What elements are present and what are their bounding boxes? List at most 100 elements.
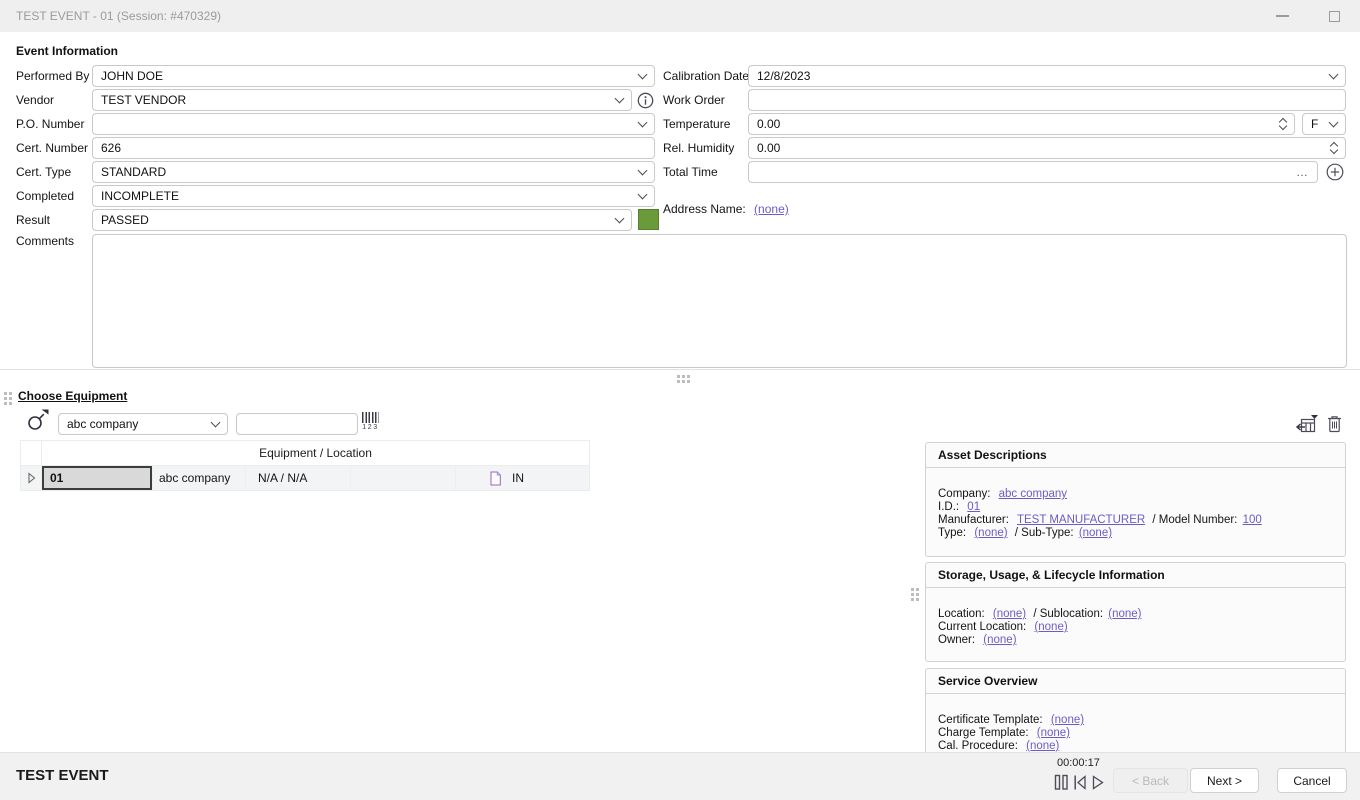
certificate-template-label: Certificate Template:	[938, 714, 1043, 726]
skip-to-start-icon	[1073, 774, 1087, 791]
chevron-down-icon	[638, 189, 648, 199]
sublocation-link[interactable]: (none)	[1108, 608, 1141, 620]
next-button[interactable]: Next >	[1190, 768, 1259, 793]
chevron-down-icon	[615, 93, 625, 103]
completed-combobox[interactable]: INCOMPLETE	[92, 185, 655, 207]
po-number-combobox[interactable]	[92, 113, 655, 135]
splitter-grip-vertical-icon[interactable]	[911, 588, 914, 591]
wizard-title: TEST EVENT	[16, 753, 109, 799]
equipment-table-row[interactable]: 01 abc company N/A / N/A IN	[21, 466, 589, 491]
equipment-company-cell[interactable]: abc company	[153, 466, 246, 490]
result-combobox[interactable]: PASSED	[92, 209, 632, 231]
minimize-button[interactable]	[1268, 0, 1296, 32]
po-number-label: P.O. Number	[16, 113, 84, 135]
delete-equipment-button[interactable]	[1326, 414, 1343, 434]
storage-usage-lifecycle-panel: Storage, Usage, & Lifecycle Information …	[925, 562, 1346, 662]
work-order-label: Work Order	[663, 89, 725, 111]
equipment-search-button[interactable]	[26, 408, 49, 433]
asset-descriptions-panel: Asset Descriptions Company: abc company …	[925, 442, 1346, 557]
subtype-link[interactable]: (none)	[1079, 527, 1112, 539]
sublocation-label: / Sublocation:	[1033, 608, 1103, 620]
equipment-search-input[interactable]	[236, 413, 358, 435]
skip-to-start-button[interactable]	[1073, 774, 1087, 791]
type-link[interactable]: (none)	[974, 527, 1007, 539]
wizard-footer: TEST EVENT 00:00:17 < Back Next > Cancel	[0, 752, 1360, 800]
back-button[interactable]: < Back	[1113, 768, 1188, 793]
window-title: TEST EVENT - 01 (Session: #470329)	[16, 0, 221, 32]
equipment-table: Equipment / Location 01 abc company N/A …	[20, 440, 590, 491]
plus-circle-icon	[1326, 163, 1344, 181]
temperature-unit-combobox[interactable]: F	[1302, 113, 1346, 135]
equipment-location-cell[interactable]: N/A / N/A	[246, 466, 351, 490]
cert-type-combobox[interactable]: STANDARD	[92, 161, 655, 183]
cert-number-input[interactable]: 626	[92, 137, 655, 159]
cancel-button[interactable]: Cancel	[1277, 768, 1347, 793]
titlebar: TEST EVENT - 01 (Session: #470329)	[0, 0, 1360, 32]
work-order-input[interactable]	[748, 89, 1346, 111]
maximize-icon	[1329, 11, 1340, 22]
play-button[interactable]	[1091, 774, 1105, 791]
comments-label: Comments	[16, 234, 74, 248]
add-time-button[interactable]	[1326, 163, 1344, 181]
pause-button[interactable]	[1054, 774, 1069, 791]
performed-by-label: Performed By	[16, 65, 89, 87]
calibration-date-picker[interactable]: 12/8/2023	[748, 65, 1346, 87]
vendor-info-button[interactable]	[636, 91, 654, 109]
type-label: Type:	[938, 527, 966, 539]
owner-link[interactable]: (none)	[983, 634, 1016, 646]
equipment-location-column-header[interactable]: Equipment / Location	[42, 441, 589, 465]
spinner-updown-icon[interactable]	[1280, 119, 1286, 129]
total-time-input[interactable]: …	[748, 161, 1318, 183]
location-link[interactable]: (none)	[993, 608, 1026, 620]
trash-icon	[1326, 414, 1343, 434]
charge-template-link[interactable]: (none)	[1037, 727, 1070, 739]
row-expander-button[interactable]	[21, 466, 42, 490]
chevron-down-icon	[1329, 117, 1339, 127]
event-information-heading: Event Information	[16, 44, 118, 58]
id-label: I.D.:	[938, 501, 959, 513]
subtype-label: / Sub-Type:	[1015, 527, 1074, 539]
temperature-spinner[interactable]: 0.00	[748, 113, 1295, 135]
timer-controls	[1054, 774, 1105, 791]
service-overview-panel: Service Overview Certificate Template: (…	[925, 668, 1346, 752]
ellipsis-button[interactable]: …	[1296, 165, 1309, 179]
current-location-label: Current Location:	[938, 621, 1026, 633]
equipment-company-filter-combobox[interactable]: abc company	[58, 413, 228, 435]
address-name-link[interactable]: (none)	[754, 202, 789, 216]
certificate-template-link[interactable]: (none)	[1051, 714, 1084, 726]
calibration-date-label: Calibration Date	[663, 65, 749, 87]
equipment-table-header: Equipment / Location	[21, 440, 589, 466]
equipment-status-cell[interactable]: IN	[456, 466, 589, 490]
barcode-scan-button[interactable]: 123	[361, 412, 380, 431]
current-location-link[interactable]: (none)	[1034, 621, 1067, 633]
minimize-icon	[1276, 15, 1289, 17]
id-link[interactable]: 01	[967, 501, 980, 513]
vendor-combobox[interactable]: TEST VENDOR	[92, 89, 632, 111]
result-label: Result	[16, 209, 50, 231]
vendor-label: Vendor	[16, 89, 54, 111]
owner-label: Owner:	[938, 634, 975, 646]
equipment-id-cell[interactable]: 01	[42, 466, 153, 490]
manufacturer-link[interactable]: TEST MANUFACTURER	[1017, 514, 1145, 526]
total-time-label: Total Time	[663, 161, 718, 183]
company-link[interactable]: abc company	[999, 488, 1067, 500]
model-number-link[interactable]: 100	[1243, 514, 1262, 526]
drag-handle-icon[interactable]	[4, 392, 7, 395]
service-overview-heading: Service Overview	[926, 669, 1345, 694]
cert-type-label: Cert. Type	[16, 161, 71, 183]
rel-humidity-label: Rel. Humidity	[663, 137, 734, 159]
result-color-swatch	[638, 209, 659, 230]
location-label: Location:	[938, 608, 985, 620]
choose-equipment-link[interactable]: Choose Equipment	[18, 389, 127, 403]
rel-humidity-spinner[interactable]: 0.00	[748, 137, 1346, 159]
pause-icon	[1054, 774, 1069, 791]
manufacturer-label: Manufacturer:	[938, 514, 1009, 526]
performed-by-combobox[interactable]: JOHN DOE	[92, 65, 655, 87]
maximize-button[interactable]	[1320, 0, 1348, 32]
section-divider	[0, 369, 1360, 370]
splitter-grip-horizontal-icon[interactable]	[677, 375, 680, 378]
comments-textarea[interactable]	[92, 234, 1347, 368]
cal-procedure-link[interactable]: (none)	[1026, 740, 1059, 752]
spinner-updown-icon[interactable]	[1331, 143, 1337, 153]
column-chooser-button[interactable]	[1295, 414, 1319, 434]
